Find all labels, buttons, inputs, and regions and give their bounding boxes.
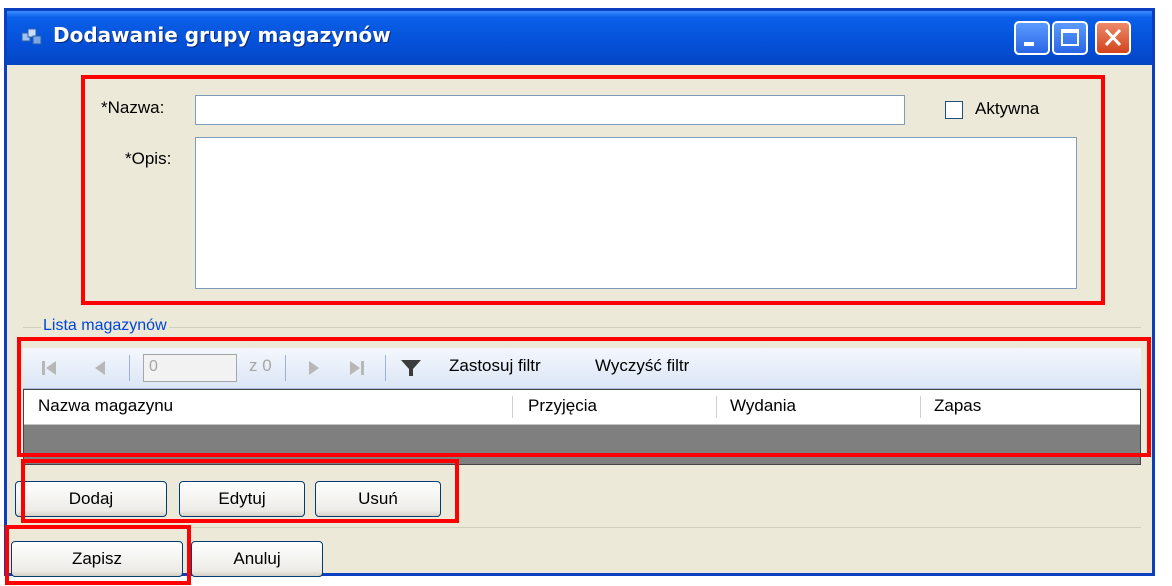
description-textarea[interactable] <box>195 137 1077 289</box>
window-title: Dodawanie grupy magazynów <box>53 23 391 47</box>
clear-filter-button[interactable]: Wyczyść filtr <box>595 356 689 376</box>
next-page-icon[interactable] <box>307 359 321 377</box>
dialog-content: *Nazwa: Aktywna *Opis: Lista magazynów 0… <box>5 65 1152 585</box>
close-icon <box>1104 28 1122 47</box>
warehouse-grid[interactable]: Nazwa magazynu Przyjęcia Wydania Zapas <box>23 389 1141 465</box>
dialog-window: Dodawanie grupy magazynów *Nazwa: Aktywn… <box>4 8 1155 585</box>
grid-header: Nazwa magazynu Przyjęcia Wydania Zapas <box>24 390 1140 425</box>
column-divider <box>512 396 513 418</box>
pager-toolbar: 0 z 0 Zastosuj filtr Wyczyść filtr <box>23 348 1141 389</box>
minimize-button[interactable] <box>1014 21 1050 55</box>
warehouse-group-icon <box>21 28 42 45</box>
apply-filter-button[interactable]: Zastosuj filtr <box>449 356 541 376</box>
cancel-button[interactable]: Anuluj <box>191 541 323 577</box>
column-header-issues[interactable]: Wydania <box>730 396 796 416</box>
edit-button[interactable]: Edytuj <box>179 481 305 517</box>
group-legend: Lista magazynów <box>41 317 169 335</box>
page-count-label: z 0 <box>249 356 272 375</box>
name-label: *Nazwa: <box>101 98 165 117</box>
title-bar[interactable]: Dodawanie grupy magazynów <box>7 11 1152 65</box>
group-divider <box>23 327 1141 328</box>
column-header-stock[interactable]: Zapas <box>934 396 981 416</box>
footer-divider <box>23 527 1141 528</box>
save-button[interactable]: Zapisz <box>11 541 183 577</box>
pager-separator <box>129 355 130 381</box>
close-button[interactable] <box>1095 21 1131 55</box>
maximize-icon <box>1061 29 1079 46</box>
name-input[interactable] <box>195 95 905 125</box>
active-checkbox[interactable] <box>945 101 963 119</box>
column-divider <box>716 396 717 418</box>
maximize-button[interactable] <box>1052 21 1088 55</box>
add-button[interactable]: Dodaj <box>15 481 167 517</box>
pager-separator <box>285 355 286 381</box>
minimize-icon <box>1024 42 1034 46</box>
page-number-input[interactable]: 0 <box>143 354 237 382</box>
last-page-icon[interactable] <box>349 359 365 377</box>
prev-page-icon[interactable] <box>93 359 107 377</box>
description-label: *Opis: <box>125 149 172 168</box>
column-header-name[interactable]: Nazwa magazynu <box>38 396 173 416</box>
column-header-receipts[interactable]: Przyjęcia <box>528 396 597 416</box>
active-label: Aktywna <box>975 99 1040 118</box>
first-page-icon[interactable] <box>41 359 57 377</box>
column-divider <box>920 396 921 418</box>
filter-icon[interactable] <box>399 357 423 379</box>
pager-separator <box>385 355 386 381</box>
delete-button[interactable]: Usuń <box>315 481 441 517</box>
